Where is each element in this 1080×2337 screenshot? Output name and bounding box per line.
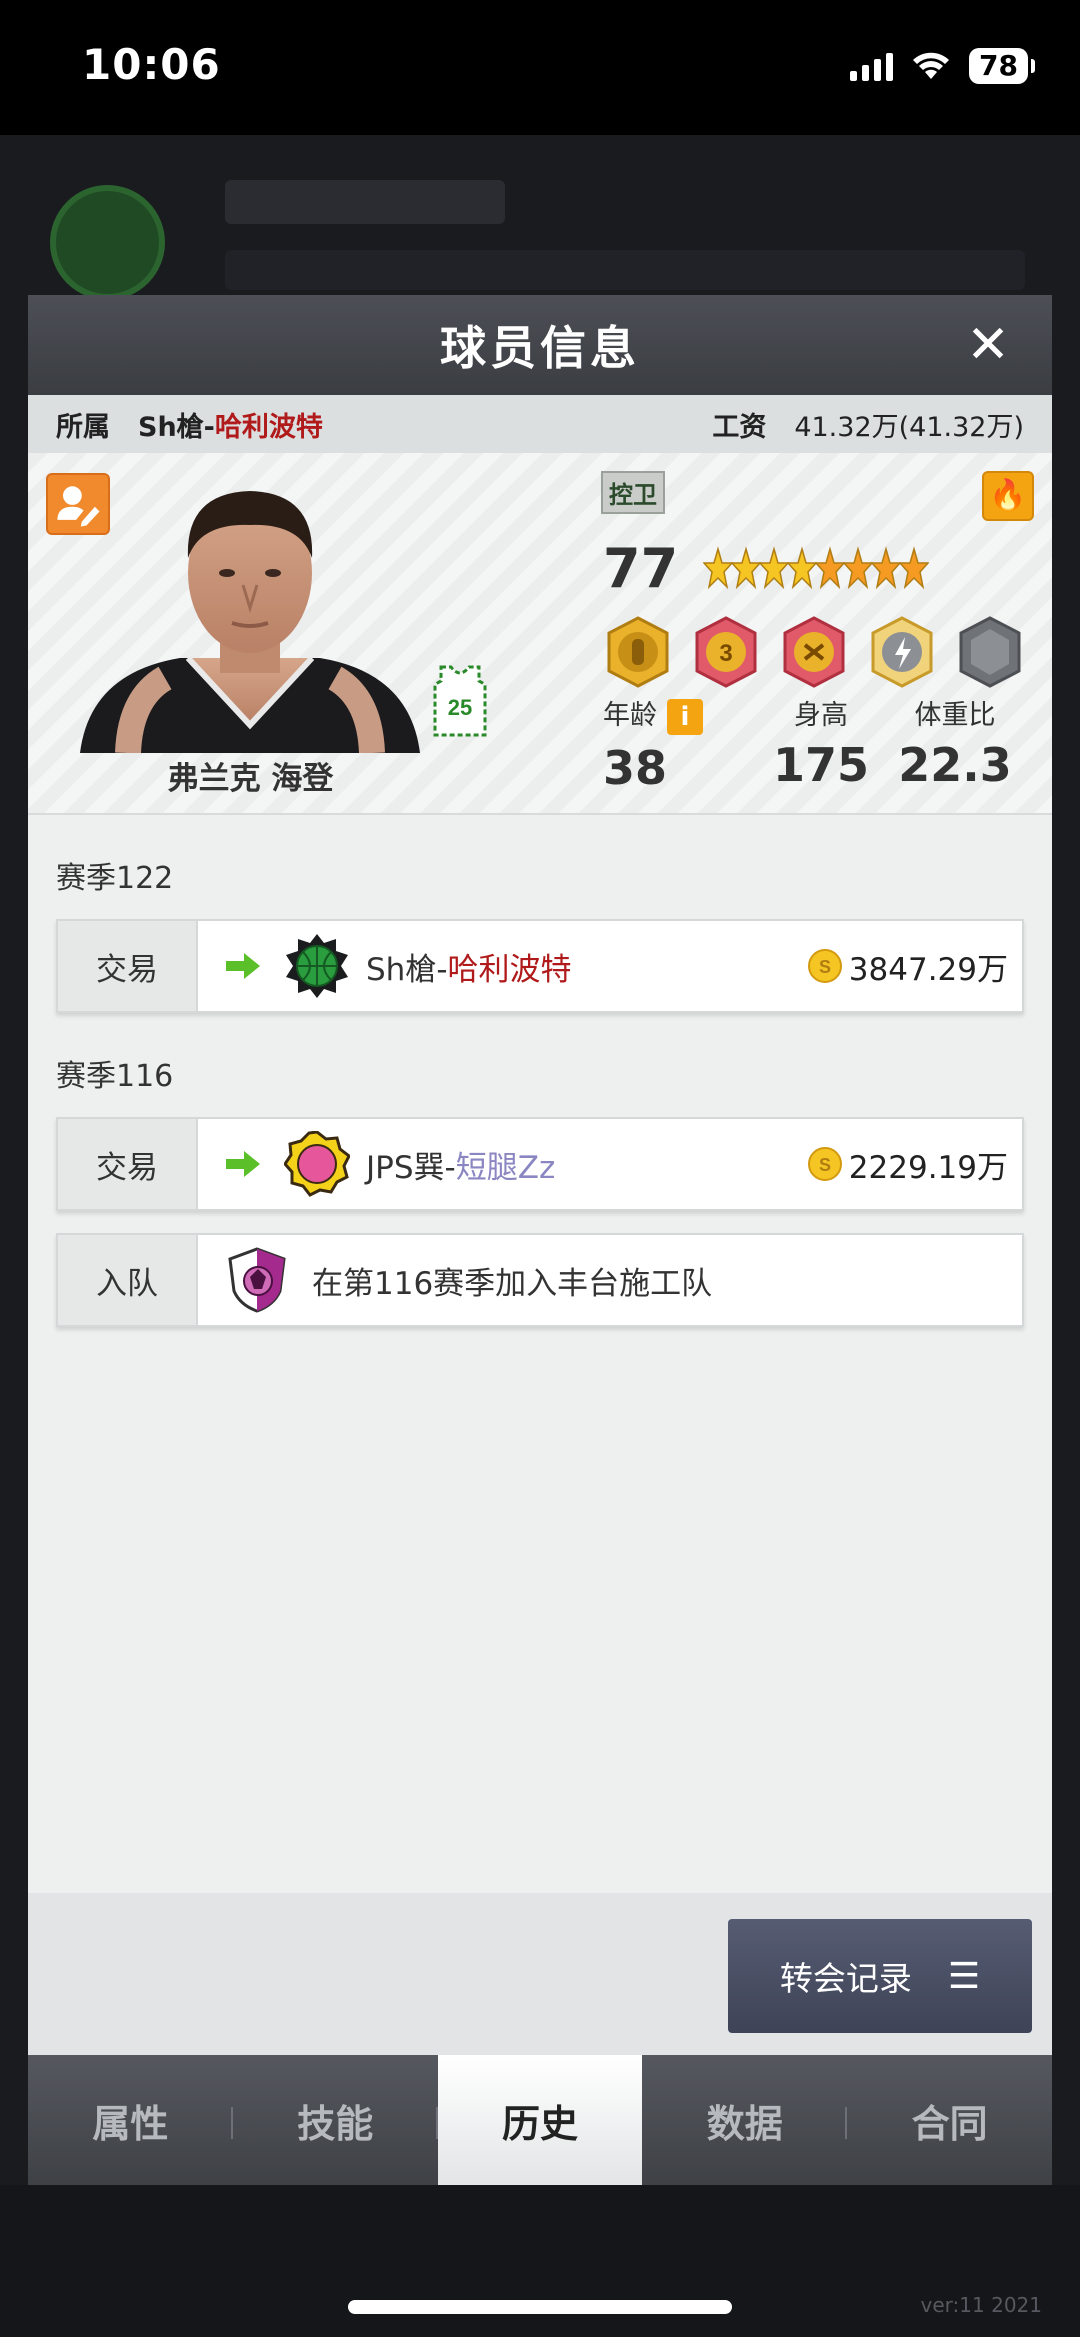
coin-icon: S bbox=[807, 1147, 842, 1181]
badge-gold-player-icon[interactable] bbox=[601, 615, 675, 689]
history-event-row[interactable]: 入队 在第116赛季加入丰台施工队 bbox=[56, 1233, 1024, 1327]
history-event-row[interactable]: 交易 JPS巽-短腿Zz S 2229.19万 bbox=[56, 1117, 1024, 1211]
player-portrait bbox=[80, 491, 420, 753]
status-icons: 78 bbox=[850, 48, 1035, 84]
height-label: 身高 bbox=[794, 700, 848, 731]
team-name-owner: 哈利波特 bbox=[214, 411, 323, 443]
tab-bar: 属性 技能 历史 数据 合同 bbox=[28, 2055, 1052, 2185]
wifi-icon bbox=[913, 52, 950, 79]
jersey-number: 25 bbox=[448, 695, 472, 720]
background-resource-row bbox=[225, 250, 1025, 290]
salary-value: 41.32万(41.32万) bbox=[794, 411, 1024, 443]
join-team-text: 在第116赛季加入丰台施工队 bbox=[312, 1265, 713, 1302]
arrow-right-icon bbox=[226, 1151, 260, 1177]
status-bar: 10:06 78 bbox=[0, 0, 1080, 135]
event-price: S 3847.29万 bbox=[807, 944, 1008, 989]
transfer-record-label: 转会记录 bbox=[779, 1959, 912, 1998]
age-value: 38 bbox=[603, 740, 668, 795]
star-icon bbox=[731, 546, 761, 590]
badge-defense-icon[interactable] bbox=[777, 615, 851, 689]
player-info-modal: 球员信息 ✕ 所属 Sh槍- 哈利波特 工资 41.32万(41.32万) 弗兰… bbox=[28, 295, 1052, 2185]
event-type: 交易 bbox=[58, 921, 198, 1011]
home-indicator[interactable] bbox=[348, 2300, 732, 2314]
weight-ratio-label: 体重比 bbox=[914, 700, 996, 731]
modal-footer: 转会记录 ☰ bbox=[28, 1893, 1052, 2055]
overall-rating: 77 bbox=[603, 537, 679, 600]
coin-icon: S bbox=[807, 949, 842, 983]
history-list: 赛季122 交易 Sh槍-哈利波特 S 3847.29万 赛季116 交易 JP… bbox=[28, 853, 1052, 1327]
tab-stats[interactable]: 数据 bbox=[642, 2055, 847, 2185]
weight-ratio-stat: 体重比 22.3 bbox=[890, 693, 1020, 792]
star-icon bbox=[899, 546, 929, 590]
badge-locked-icon[interactable] bbox=[953, 615, 1027, 689]
close-button[interactable]: ✕ bbox=[962, 319, 1014, 371]
fire-icon[interactable]: 🔥 bbox=[982, 471, 1034, 521]
weight-ratio-value: 22.3 bbox=[898, 738, 1012, 792]
svg-text:S: S bbox=[819, 1155, 831, 1175]
modal-header: 球员信息 ✕ bbox=[28, 295, 1052, 395]
signal-icon bbox=[850, 51, 894, 81]
star-icon bbox=[843, 546, 873, 590]
svg-text:S: S bbox=[819, 957, 831, 977]
star-icon bbox=[787, 546, 817, 590]
arrow-right-icon bbox=[226, 953, 260, 979]
background-team-name bbox=[225, 180, 505, 224]
tab-history[interactable]: 历史 bbox=[437, 2055, 643, 2185]
star-icon bbox=[703, 546, 733, 590]
age-stat: 年龄 i 38 bbox=[603, 693, 713, 795]
star-icon bbox=[759, 546, 789, 590]
team-name-prefix: Sh槍- bbox=[138, 411, 215, 443]
height-stat: 身高 175 bbox=[756, 693, 886, 792]
player-card: 弗兰克 海登 25 控卫 🔥 77 3 年龄 i 38 身高 175 体重比 2… bbox=[28, 453, 1052, 815]
event-team-name: JPS巽-短腿Zz bbox=[366, 1149, 556, 1186]
tab-skills[interactable]: 技能 bbox=[233, 2055, 438, 2185]
battery-indicator: 78 bbox=[969, 48, 1035, 84]
team-shield-icon bbox=[228, 1247, 286, 1313]
transfer-record-button[interactable]: 转会记录 ☰ bbox=[728, 1919, 1032, 2033]
age-label: 年龄 bbox=[603, 700, 657, 731]
event-type: 交易 bbox=[58, 1119, 198, 1209]
star-icon bbox=[871, 546, 901, 590]
event-price: S 2229.19万 bbox=[807, 1142, 1008, 1187]
event-team-name: Sh槍-哈利波特 bbox=[366, 951, 572, 988]
info-icon[interactable]: i bbox=[667, 698, 703, 735]
star-icon bbox=[815, 546, 845, 590]
team-logo-pink-icon bbox=[284, 1131, 350, 1197]
jersey-icon: 25 bbox=[433, 665, 487, 737]
team-salary-bar: 所属 Sh槍- 哈利波特 工资 41.32万(41.32万) bbox=[28, 395, 1052, 453]
menu-icon: ☰ bbox=[947, 1955, 981, 1997]
background-team-logo bbox=[50, 185, 165, 300]
salary-block: 工资 41.32万(41.32万) bbox=[712, 405, 1024, 444]
season-title: 赛季122 bbox=[56, 861, 174, 896]
player-name: 弗兰克 海登 bbox=[167, 761, 334, 797]
position-badge: 控卫 bbox=[601, 471, 665, 514]
team-logo-green-icon bbox=[286, 934, 348, 998]
modal-title: 球员信息 bbox=[440, 321, 640, 375]
badge-three-point-icon[interactable]: 3 bbox=[689, 615, 763, 689]
salary-label: 工资 bbox=[712, 411, 767, 443]
version-label: ver:11 2021 bbox=[920, 2293, 1042, 2317]
team-label: 所属 bbox=[56, 411, 110, 443]
badge-speed-icon[interactable] bbox=[865, 615, 939, 689]
history-event-row[interactable]: 交易 Sh槍-哈利波特 S 3847.29万 bbox=[56, 919, 1024, 1013]
svg-text:3: 3 bbox=[719, 640, 732, 667]
star-rating bbox=[703, 545, 929, 593]
status-time: 10:06 bbox=[82, 40, 221, 89]
skill-badges: 3 bbox=[601, 615, 1027, 689]
tab-attributes[interactable]: 属性 bbox=[28, 2055, 233, 2185]
tab-contract[interactable]: 合同 bbox=[847, 2055, 1052, 2185]
height-value: 175 bbox=[772, 738, 870, 792]
season-title: 赛季116 bbox=[56, 1059, 174, 1094]
background-bottom-nav bbox=[0, 2185, 1080, 2337]
event-type: 入队 bbox=[58, 1235, 198, 1325]
